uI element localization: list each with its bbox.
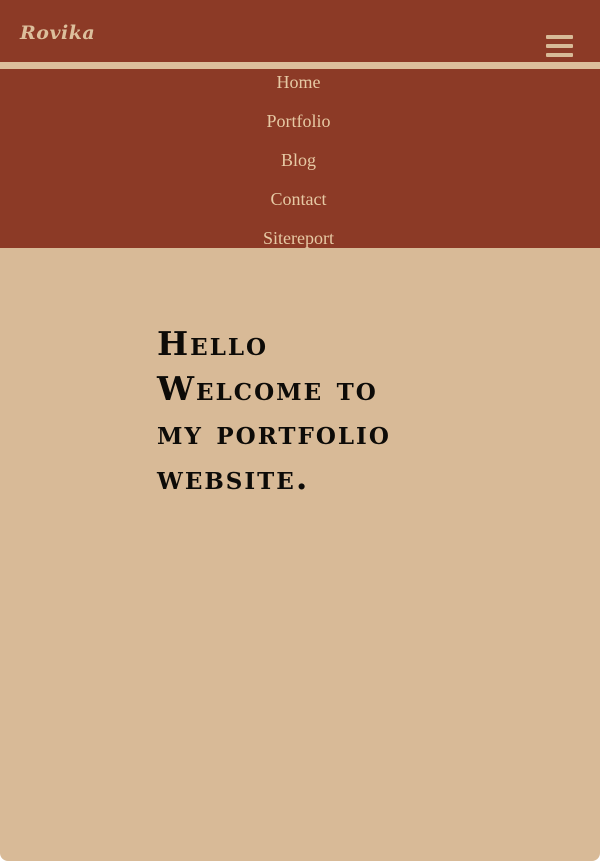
hamburger-bar [546, 35, 573, 39]
nav-item-portfolio[interactable]: Portfolio [0, 109, 597, 133]
header-divider [0, 62, 600, 69]
nav-menu: Home Portfolio Blog Contact Sitereport [0, 69, 600, 248]
page: Rovika Home Portfolio Blog Contact Siter… [0, 0, 600, 861]
nav-item-blog[interactable]: Blog [0, 148, 597, 172]
hero-line-welcome: Welcome to [157, 368, 378, 408]
hamburger-bar [546, 44, 573, 48]
nav-item-home[interactable]: Home [0, 70, 597, 94]
hero-line-website: website. [157, 457, 310, 497]
nav-item-sitereport[interactable]: Sitereport [0, 226, 597, 248]
hero-line-hello: Hello [157, 324, 269, 363]
hamburger-menu-icon[interactable] [546, 35, 573, 58]
hamburger-bar [546, 53, 573, 57]
top-header: Rovika [0, 0, 600, 62]
site-logo[interactable]: Rovika [20, 22, 95, 44]
nav-item-contact[interactable]: Contact [0, 187, 597, 211]
hero-heading: Hello Welcome to my portfolio website. [157, 322, 557, 500]
hero-line-portfolio: my portfolio [157, 413, 391, 452]
